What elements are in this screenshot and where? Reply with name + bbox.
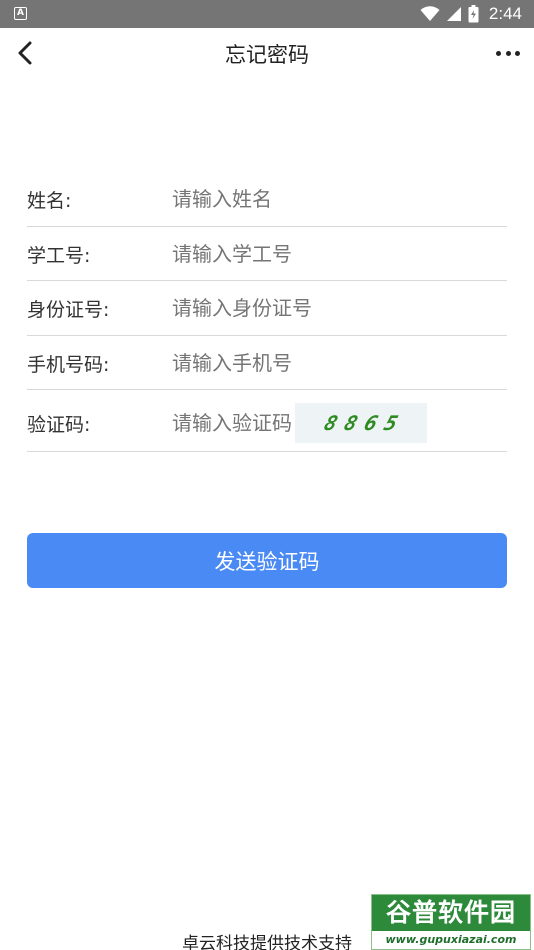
- captcha-image[interactable]: 8 8 6 5: [295, 403, 427, 443]
- name-row: 姓名:: [27, 172, 507, 227]
- verification-code-row: 验证码: 8 8 6 5: [27, 390, 507, 452]
- app-bar: 忘记密码: [0, 28, 534, 78]
- app-notification-icon: A: [14, 7, 27, 20]
- signal-icon: [446, 7, 461, 21]
- captcha-char: 8: [341, 411, 361, 435]
- staff-id-label: 学工号:: [27, 244, 91, 267]
- verification-code-label: 验证码:: [27, 414, 91, 436]
- id-card-input[interactable]: [172, 293, 502, 323]
- name-label: 姓名:: [27, 190, 72, 212]
- page-title: 忘记密码: [225, 43, 309, 67]
- status-bar: A 2:44: [0, 0, 534, 28]
- wifi-icon: [420, 6, 440, 21]
- staff-id-input[interactable]: [172, 238, 502, 269]
- forgot-password-form: 姓名: 学工号: 身份证号: 手机号码: 验证码: 8 8 6 5: [27, 172, 507, 452]
- battery-icon: [468, 5, 479, 23]
- phone-label: 手机号码:: [27, 353, 110, 376]
- id-card-label: 身份证号:: [27, 299, 110, 321]
- captcha-char: 5: [381, 411, 401, 435]
- phone-input[interactable]: [172, 347, 502, 378]
- name-input[interactable]: [172, 184, 502, 214]
- captcha-char: 6: [361, 411, 381, 435]
- staff-id-row: 学工号:: [27, 227, 507, 281]
- site-watermark: 谷普软件园 www.gupuxiazai.com: [371, 894, 531, 950]
- more-horizontal-icon: [496, 50, 501, 56]
- watermark-url: www.gupuxiazai.com: [372, 931, 530, 949]
- watermark-brand: 谷普软件园: [372, 895, 530, 931]
- id-card-row: 身份证号:: [27, 281, 507, 336]
- status-time: 2:44: [488, 4, 522, 23]
- captcha-char: 8: [321, 411, 341, 435]
- more-button[interactable]: [496, 42, 520, 64]
- send-code-button[interactable]: 发送验证码: [27, 533, 507, 588]
- phone-row: 手机号码:: [27, 336, 507, 390]
- status-icons: 2:44: [420, 0, 522, 28]
